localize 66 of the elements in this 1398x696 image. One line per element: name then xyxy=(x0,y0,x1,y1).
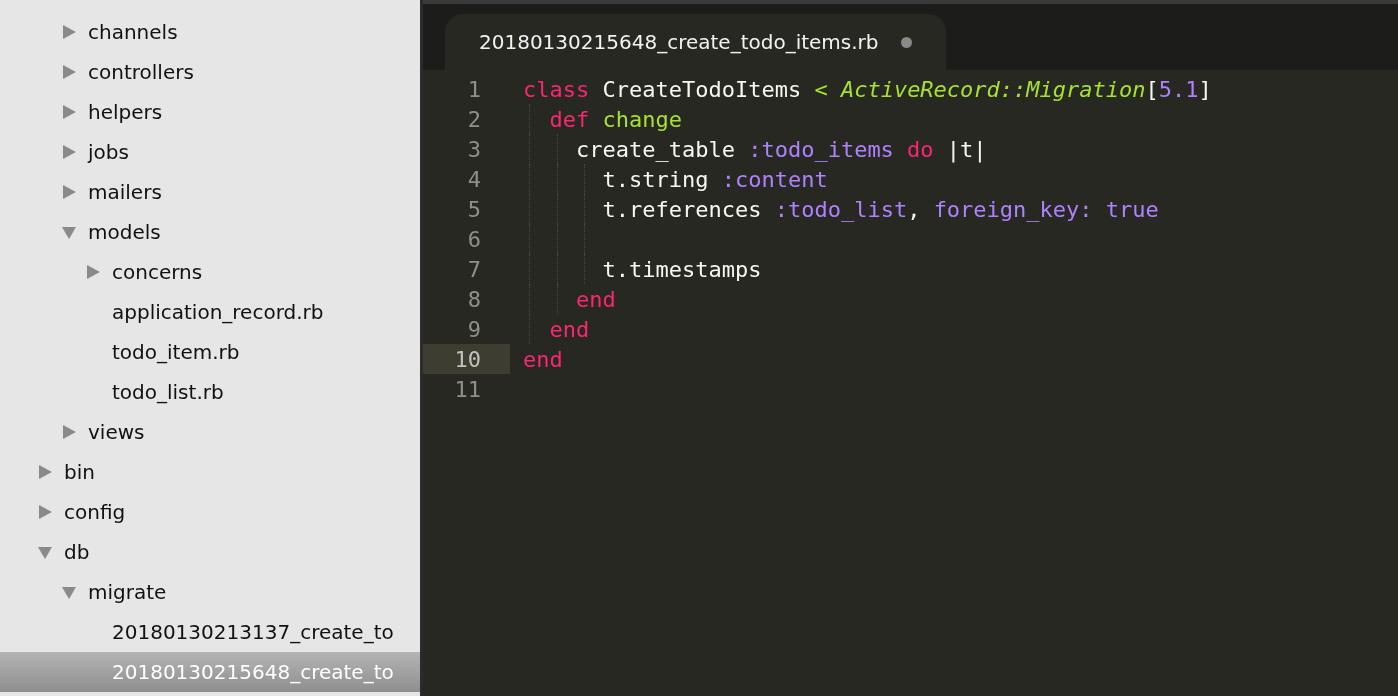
tree-label: jobs xyxy=(88,140,129,164)
collapsed-triangle-icon[interactable] xyxy=(62,425,76,439)
sidebar-item[interactable]: migrate xyxy=(0,572,420,612)
sidebar-item[interactable]: concerns xyxy=(0,252,420,292)
tree-label: 20180130213137_create_to xyxy=(112,620,394,644)
code-line: t.timestamps xyxy=(601,256,762,282)
line-number: 8 xyxy=(466,286,481,312)
sidebar-item[interactable]: mailers xyxy=(0,172,420,212)
sidebar-item[interactable]: todo_item.rb xyxy=(0,332,420,372)
line-number: 5 xyxy=(466,196,481,222)
collapsed-triangle-icon[interactable] xyxy=(62,185,76,199)
tree-label: channels xyxy=(88,20,178,44)
tree-label: db xyxy=(64,540,90,564)
line-number: 11 xyxy=(453,376,481,402)
collapsed-triangle-icon[interactable] xyxy=(86,265,100,279)
line-number: 7 xyxy=(466,256,481,282)
sidebar-item[interactable]: 20180130213137_create_to xyxy=(0,612,420,652)
tree-label: migrate xyxy=(88,580,167,604)
expanded-triangle-icon[interactable] xyxy=(62,225,76,239)
tree-label: helpers xyxy=(88,100,163,124)
code-line: end xyxy=(523,346,563,372)
tree-label: concerns xyxy=(112,260,203,284)
tree-label: controllers xyxy=(88,60,194,84)
collapsed-triangle-icon[interactable] xyxy=(62,65,76,79)
tree-label: application_record.rb xyxy=(112,300,324,324)
sidebar-item[interactable]: application_record.rb xyxy=(0,292,420,332)
code-line: class CreateTodoItems < ActiveRecord::Migration[5.1] xyxy=(523,76,1212,102)
collapsed-triangle-icon[interactable] xyxy=(38,465,52,479)
line-number: 2 xyxy=(466,106,481,132)
line-number: 3 xyxy=(466,136,481,162)
collapsed-triangle-icon[interactable] xyxy=(62,25,76,39)
sidebar-item[interactable]: config xyxy=(0,492,420,532)
tree-label: models xyxy=(88,220,161,244)
code-line: end xyxy=(574,286,616,312)
collapsed-triangle-icon[interactable] xyxy=(38,505,52,519)
file-tab[interactable]: 20180130215648_create_todo_items.rb xyxy=(445,14,946,70)
line-number: 9 xyxy=(466,316,481,342)
sidebar-item[interactable]: views xyxy=(0,412,420,452)
sidebar-item[interactable]: controllers xyxy=(0,52,420,92)
line-number: 4 xyxy=(466,166,481,192)
code-line: end xyxy=(548,316,590,342)
tree-label: todo_list.rb xyxy=(112,380,224,404)
sidebar-item[interactable]: jobs xyxy=(0,132,420,172)
expanded-triangle-icon[interactable] xyxy=(62,585,76,599)
tree-label: bin xyxy=(64,460,95,484)
collapsed-triangle-icon[interactable] xyxy=(62,105,76,119)
line-number: 1 xyxy=(466,76,481,102)
code-line: t.references :todo_list, foreign_key: true xyxy=(601,196,1159,222)
tree-label: todo_item.rb xyxy=(112,340,240,364)
tree-label: mailers xyxy=(88,180,162,204)
tree-label: views xyxy=(88,420,145,444)
line-number: 6 xyxy=(466,226,481,252)
collapsed-triangle-icon[interactable] xyxy=(62,145,76,159)
tree-label: config xyxy=(64,500,126,524)
sidebar-item[interactable]: bin xyxy=(0,452,420,492)
expanded-triangle-icon[interactable] xyxy=(38,545,52,559)
tree-label: 20180130215648_create_to xyxy=(112,660,394,684)
line-number: 10 xyxy=(453,346,481,372)
sidebar-item[interactable]: channels xyxy=(0,12,420,52)
sidebar-item[interactable]: db xyxy=(0,532,420,572)
sidebar-item[interactable]: todo_list.rb xyxy=(0,372,420,412)
code-line: def change xyxy=(548,106,682,132)
code-line: create_table :todo_items do |t| xyxy=(574,136,987,162)
sidebar-item[interactable]: models xyxy=(0,212,420,252)
code-line: t.string :content xyxy=(601,166,828,192)
sidebar-item[interactable]: helpers xyxy=(0,92,420,132)
